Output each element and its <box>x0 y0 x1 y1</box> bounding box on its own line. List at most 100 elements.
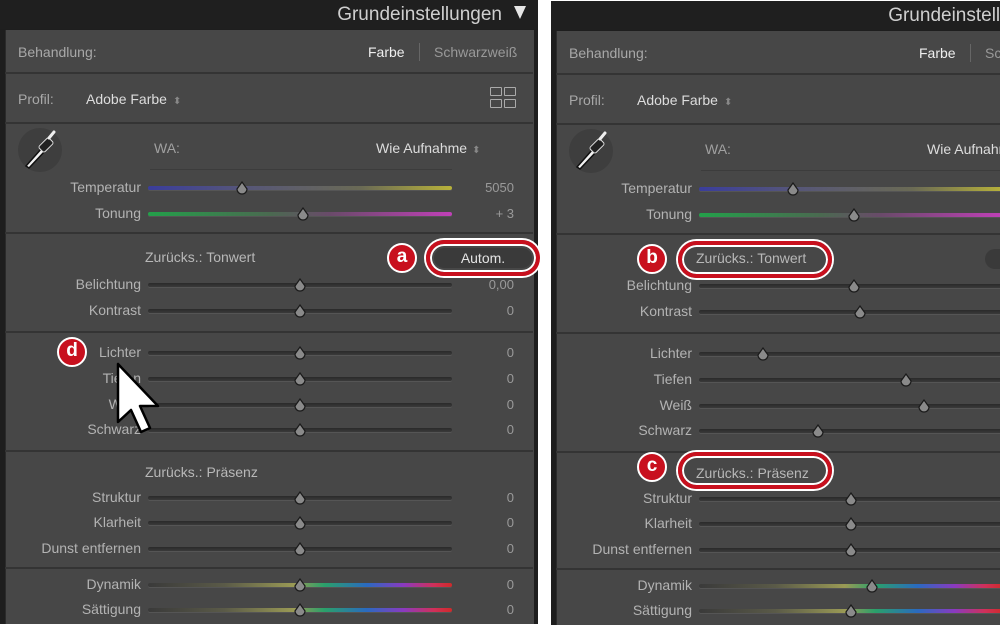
slider-thumb[interactable] <box>844 542 858 557</box>
section-divider <box>5 450 533 452</box>
slider-thumb[interactable] <box>847 207 861 222</box>
slider-value[interactable]: + 3 <box>470 206 514 222</box>
slider-label: Klarheit <box>93 514 141 530</box>
slider-track[interactable] <box>699 404 1000 408</box>
slider-thumb[interactable] <box>293 602 307 617</box>
annotation-badge-d: d <box>57 337 87 367</box>
white-balance-select[interactable]: Wie Aufnahme⬍ <box>927 141 1000 160</box>
grid-cell <box>504 99 516 108</box>
slider-thumb[interactable] <box>235 180 249 195</box>
slider-thumb[interactable] <box>844 491 858 506</box>
treatment-color-option[interactable]: Farbe <box>368 44 405 60</box>
slider-value[interactable]: 0 <box>470 422 514 438</box>
slider-thumb[interactable] <box>293 371 307 386</box>
treatment-bw-option[interactable]: Schwarzweiß <box>985 45 1000 61</box>
slider-label: Dunst entfernen <box>41 540 141 556</box>
slider-value[interactable]: 0 <box>470 490 514 506</box>
slider-label: Weiß <box>659 397 692 413</box>
slider-label: Kontrast <box>88 302 141 318</box>
slider-track[interactable] <box>699 352 1000 356</box>
panel-body <box>5 30 534 624</box>
mouse-cursor-icon <box>116 362 160 434</box>
profile-browser-grid-icon[interactable] <box>490 87 516 109</box>
section-divider <box>5 122 533 124</box>
basic-panel: Grundeinstellungen Behandlung: Farbe Schwar… <box>0 0 538 624</box>
panel-body <box>556 31 1000 625</box>
slider-thumb[interactable] <box>917 398 931 413</box>
slider-label: Dynamik <box>637 577 692 593</box>
section-divider <box>556 568 1000 570</box>
section-divider <box>556 123 1000 125</box>
slider-track[interactable] <box>148 186 452 190</box>
slider-thumb[interactable] <box>293 422 307 437</box>
slider-thumb[interactable] <box>293 345 307 360</box>
slider-thumb[interactable] <box>293 515 307 530</box>
slider-label: Tonung <box>646 206 692 222</box>
treatment-color-option[interactable]: Farbe <box>919 45 956 61</box>
slider-label: Dunst entfernen <box>592 541 692 557</box>
slider-thumb[interactable] <box>293 577 307 592</box>
slider-thumb[interactable] <box>844 516 858 531</box>
panel-header[interactable]: Grundeinstellungen <box>0 0 538 29</box>
section-divider <box>556 73 1000 75</box>
section-divider <box>5 72 533 74</box>
slider-label: Tonung <box>95 205 141 221</box>
slider-thumb[interactable] <box>293 541 307 556</box>
slider-thumb[interactable] <box>293 397 307 412</box>
slider-label: Sättigung <box>81 601 141 617</box>
slider-value[interactable]: 0,00 <box>470 277 514 293</box>
slider-label: Klarheit <box>644 515 692 531</box>
grid-cell <box>490 99 502 108</box>
slider-value[interactable]: 0 <box>470 515 514 531</box>
slider-label: Kontrast <box>639 303 692 319</box>
panel-title: Grundeinstellungen <box>888 5 1000 26</box>
slider-thumb[interactable] <box>899 372 913 387</box>
slider-thumb[interactable] <box>847 278 861 293</box>
slider-track[interactable] <box>699 429 1000 433</box>
slider-value[interactable]: 0 <box>470 602 514 618</box>
collapse-triangle-icon[interactable] <box>514 6 526 19</box>
profile-value: Adobe Farbe <box>637 92 718 108</box>
slider-thumb[interactable] <box>293 277 307 292</box>
slider-value[interactable]: 0 <box>470 345 514 361</box>
slider-thumb[interactable] <box>293 490 307 505</box>
treatment-bw-option[interactable]: Schwarzweiß <box>434 44 517 60</box>
annotation-ring-auto <box>426 240 540 276</box>
slider-label: Struktur <box>91 489 141 505</box>
white-balance-select[interactable]: Wie Aufnahme⬍ <box>376 140 480 159</box>
slider-thumb[interactable] <box>865 578 879 593</box>
slider-track[interactable] <box>699 310 1000 314</box>
eyedropper-button[interactable] <box>569 129 613 173</box>
updown-arrows-icon: ⬍ <box>172 96 182 107</box>
treatment-label: Behandlung: <box>18 44 97 60</box>
slider-thumb[interactable] <box>844 603 858 618</box>
slider-label: Schwarz <box>638 422 692 438</box>
profile-select[interactable]: Adobe Farbe ⬍ <box>637 92 732 111</box>
slider-thumb[interactable] <box>786 181 800 196</box>
eyedropper-button[interactable] <box>18 128 62 172</box>
slider-label: Belichtung <box>75 276 141 292</box>
slider-value[interactable]: 0 <box>470 303 514 319</box>
slider-value[interactable]: 5050 <box>470 180 514 196</box>
treatment-divider <box>970 44 971 62</box>
slider-thumb[interactable] <box>296 206 310 221</box>
section-divider <box>556 233 1000 235</box>
slider-value[interactable]: 0 <box>470 397 514 413</box>
slider-thumb[interactable] <box>811 423 825 438</box>
reset-presence-button[interactable]: Zurücks.: Präsenz <box>145 464 258 480</box>
profile-select[interactable]: Adobe Farbe ⬍ <box>86 91 181 110</box>
slider-value[interactable]: 0 <box>470 577 514 593</box>
slider-thumb[interactable] <box>853 304 867 319</box>
reset-tone-button[interactable]: Zurücks.: Tonwert <box>145 249 255 265</box>
slider-value[interactable]: 0 <box>470 541 514 557</box>
slider-label: Temperatur <box>70 179 141 195</box>
slider-thumb[interactable] <box>756 346 770 361</box>
slider-track[interactable] <box>699 584 1000 588</box>
auto-tone-button[interactable] <box>985 249 1000 269</box>
slider-track[interactable] <box>699 378 1000 382</box>
slider-thumb[interactable] <box>293 303 307 318</box>
slider-value[interactable]: 0 <box>470 371 514 387</box>
slider-track[interactable] <box>699 187 1000 191</box>
panel-header[interactable]: Grundeinstellungen <box>551 1 1000 30</box>
profile-value: Adobe Farbe <box>86 91 167 107</box>
